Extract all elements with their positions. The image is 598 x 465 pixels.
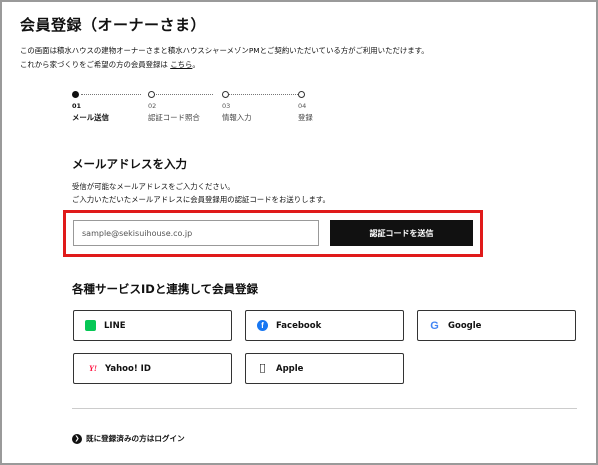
step-label: 情報入力 — [222, 113, 252, 122]
google-icon: G — [430, 319, 439, 332]
social-section-heading: 各種サービスIDと連携して会員登録 — [72, 282, 258, 296]
page-title: 会員登録（オーナーさま） — [20, 16, 207, 34]
arrow-right-icon: ❯ — [72, 433, 82, 444]
step-connector — [153, 94, 213, 95]
step-label: 登録 — [298, 113, 313, 122]
intro-line-1: この画面は積水ハウスの建物オーナーさまと積水ハウスシャーメゾンPMとご契約いただ… — [20, 46, 429, 55]
step-label: メール送信 — [72, 113, 109, 122]
intro-line-2-suffix: 。 — [192, 60, 200, 69]
email-input[interactable] — [73, 220, 319, 246]
email-section-description: 受信が可能なメールアドレスをご入力ください。 ご入力いただいたメールアドレスに会… — [72, 180, 330, 206]
google-button-label: Google — [448, 320, 482, 331]
login-link[interactable]: ❯ 既に登録済みの方はログイン — [72, 433, 185, 444]
step-dot-icon — [148, 91, 155, 98]
apple-button-label: Apple — [276, 363, 304, 374]
intro-line-2-prefix: これから家づくりをご希望の方の会員登録は — [20, 60, 168, 69]
email-section-heading: メールアドレスを入力 — [72, 157, 187, 171]
step-dot-icon — [298, 91, 305, 98]
intro-text: この画面は積水ハウスの建物オーナーさまと積水ハウスシャーメゾンPMとご契約いただ… — [20, 44, 429, 72]
register-here-link[interactable]: こちら — [170, 60, 192, 69]
apple-icon:  — [257, 363, 268, 374]
facebook-button-label: Facebook — [276, 320, 322, 331]
yahoo-icon: Y! — [89, 364, 97, 373]
step-connector — [81, 94, 141, 95]
line-icon — [85, 320, 96, 331]
yahoo-button-label: Yahoo! ID — [105, 363, 151, 374]
step-connector — [225, 94, 300, 95]
send-code-button[interactable]: 認証コードを送信 — [330, 220, 473, 246]
step-label: 認証コード照合 — [148, 113, 200, 122]
step-dot-icon — [222, 91, 229, 98]
google-login-button[interactable]: G Google — [417, 310, 576, 341]
line-button-label: LINE — [104, 320, 126, 331]
step-number: 04 — [298, 102, 307, 110]
divider — [72, 408, 577, 409]
email-desc-line-2: ご入力いただいたメールアドレスに会員登録用の認証コードをお送りします。 — [72, 195, 330, 204]
page-frame: 会員登録（オーナーさま） この画面は積水ハウスの建物オーナーさまと積水ハウスシャ… — [0, 0, 598, 465]
line-login-button[interactable]: LINE — [73, 310, 232, 341]
step-progress: 01 メール送信 02 認証コード照合 03 情報入力 04 登録 — [72, 91, 316, 125]
email-desc-line-1: 受信が可能なメールアドレスをご入力ください。 — [72, 182, 235, 191]
login-link-label: 既に登録済みの方はログイン — [86, 434, 185, 443]
step-dot-icon — [72, 91, 79, 98]
step-number: 03 — [222, 102, 231, 110]
step-number: 01 — [72, 102, 82, 110]
apple-login-button[interactable]:  Apple — [245, 353, 404, 384]
step-number: 02 — [148, 102, 157, 110]
yahoo-login-button[interactable]: Y! Yahoo! ID — [73, 353, 232, 384]
facebook-icon: f — [257, 320, 268, 331]
intro-line-2: これから家づくりをご希望の方の会員登録は こちら。 — [20, 58, 429, 72]
facebook-login-button[interactable]: f Facebook — [245, 310, 404, 341]
